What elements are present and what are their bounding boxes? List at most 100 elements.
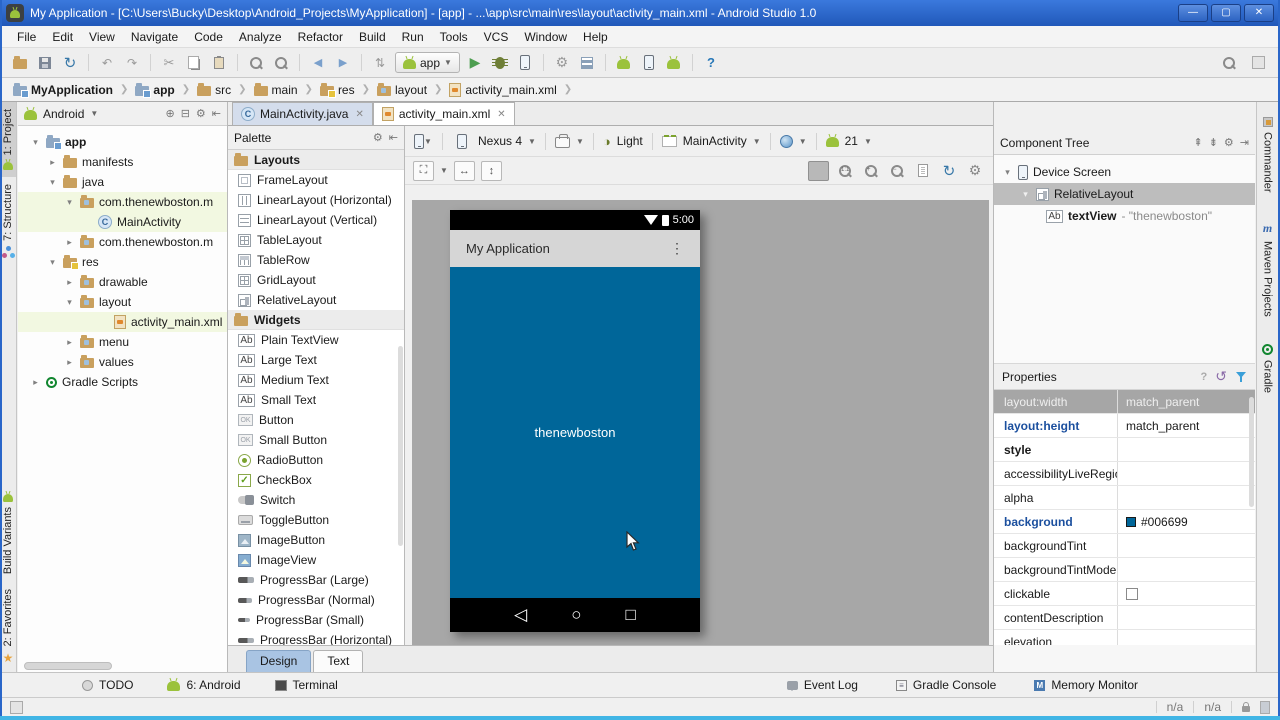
avd-manager-icon[interactable]: [639, 53, 659, 73]
dock-icon[interactable]: ⇤: [389, 131, 398, 144]
zoom-actual-icon[interactable]: 1:1: [835, 161, 855, 181]
palette-item-togglebutton[interactable]: ToggleButton: [228, 510, 404, 530]
design-canvas[interactable]: 5:00 My Application ⋮ thenewboston ◁ ○ □: [405, 186, 993, 645]
palette-item-imageview[interactable]: ImageView: [228, 550, 404, 570]
tool-button-structure[interactable]: 7: Structure: [0, 177, 16, 265]
palette-item-imagebutton[interactable]: ImageButton: [228, 530, 404, 550]
tool-button-gradle[interactable]: Gradle: [1262, 337, 1274, 400]
component-textview[interactable]: textView - "thenewboston": [994, 205, 1255, 227]
settings-icon[interactable]: ⚙: [552, 53, 572, 73]
minimize-button[interactable]: —: [1178, 4, 1208, 22]
tree-item-package-test[interactable]: ▸ com.thenewboston.m: [18, 232, 227, 252]
preview-doc-icon[interactable]: [913, 161, 933, 181]
palette-item-progressbar-normal[interactable]: ProgressBar (Normal): [228, 590, 404, 610]
zoom-to-fit-button[interactable]: ⛶: [413, 160, 434, 181]
palette-item-large-text[interactable]: Large Text: [228, 350, 404, 370]
menu-edit[interactable]: Edit: [45, 28, 80, 46]
maximize-button[interactable]: ▢: [1211, 4, 1241, 22]
tab-activity-main-xml[interactable]: activity_main.xml ✕: [372, 102, 515, 125]
tree-item-menu[interactable]: ▸ menu: [18, 332, 227, 352]
palette-item-button[interactable]: Button: [228, 410, 404, 430]
property-row[interactable]: backgroundTintMode: [994, 558, 1255, 582]
tool-button-todo[interactable]: TODO: [82, 678, 133, 692]
palette-item-plain-textview[interactable]: Plain TextView: [228, 330, 404, 350]
breadcrumb-main[interactable]: main: [251, 82, 301, 97]
toolwindow-toggle-icon[interactable]: [10, 700, 23, 714]
tool-button-commander[interactable]: Commander: [1262, 110, 1274, 200]
property-row[interactable]: clickable: [994, 582, 1255, 606]
breadcrumb-app[interactable]: app: [132, 82, 177, 98]
tool-button-project[interactable]: 1: Project: [0, 102, 16, 178]
design-settings-gear-icon[interactable]: ⚙: [965, 161, 985, 181]
zoom-in-icon[interactable]: +: [861, 161, 881, 181]
tool-button-memory-monitor[interactable]: Memory Monitor: [1034, 678, 1138, 692]
palette-item-gridlayout[interactable]: GridLayout: [228, 270, 404, 290]
line-numbers-icon[interactable]: ⇅: [370, 53, 390, 73]
filter-icon[interactable]: [1235, 371, 1247, 383]
tool-button-maven[interactable]: m Maven Projects: [1262, 214, 1274, 324]
menu-build[interactable]: Build: [352, 28, 393, 46]
sync-icon[interactable]: ↻: [60, 53, 80, 73]
chevron-down-icon[interactable]: ▼: [90, 109, 98, 118]
tool-button-gradle-console[interactable]: Gradle Console: [895, 678, 996, 692]
property-row[interactable]: accessibilityLiveRegion: [994, 462, 1255, 486]
tool-button-terminal[interactable]: Terminal: [274, 678, 338, 692]
reset-icon[interactable]: ↺: [1215, 368, 1227, 385]
locate-file-icon[interactable]: ⊕: [165, 107, 174, 120]
menu-view[interactable]: View: [82, 28, 122, 46]
menu-window[interactable]: Window: [517, 28, 574, 46]
palette-item-framelayout[interactable]: FrameLayout: [228, 170, 404, 190]
palette-item-small-text[interactable]: Small Text: [228, 390, 404, 410]
tree-item-layout[interactable]: ▾ layout: [18, 292, 227, 312]
tree-item-manifests[interactable]: ▸ manifests: [18, 152, 227, 172]
close-tab-icon[interactable]: ✕: [355, 109, 363, 120]
api-level-select[interactable]: 21: [845, 134, 858, 148]
palette-item-tablelayout[interactable]: TableLayout: [228, 230, 404, 250]
refresh-icon[interactable]: ↻: [939, 161, 959, 181]
expand-vertical-button[interactable]: ↕: [480, 160, 502, 181]
tool-button-favorites[interactable]: 2: Favorites: [2, 582, 14, 672]
menu-navigate[interactable]: Navigate: [124, 28, 185, 46]
project-view-select[interactable]: Android: [43, 107, 84, 121]
theme-select[interactable]: Light: [617, 134, 643, 148]
back-icon[interactable]: ◀: [308, 53, 328, 73]
palette-scrollbar[interactable]: [398, 346, 403, 546]
palette-item-progressbar-small[interactable]: ProgressBar (Small): [228, 610, 404, 630]
menu-tools[interactable]: Tools: [433, 28, 475, 46]
search-everywhere-icon[interactable]: [1219, 53, 1239, 73]
open-folder-icon[interactable]: [10, 53, 30, 73]
help-icon[interactable]: ?: [701, 53, 721, 73]
tab-design[interactable]: Design: [246, 650, 312, 672]
tree-item-values[interactable]: ▸ values: [18, 352, 227, 372]
component-device-screen[interactable]: ▾ Device Screen: [994, 161, 1255, 183]
sdk-manager-icon[interactable]: [614, 53, 634, 73]
attach-debugger-icon[interactable]: [515, 53, 535, 73]
properties-scrollbar[interactable]: [1249, 397, 1254, 507]
gear-icon[interactable]: ⚙: [373, 131, 383, 144]
property-row[interactable]: layout:height match_parent: [994, 414, 1255, 438]
forward-icon[interactable]: ▶: [333, 53, 353, 73]
close-tab-icon[interactable]: ✕: [497, 109, 505, 120]
property-row[interactable]: background #006699: [994, 510, 1255, 534]
project-horizontal-scrollbar[interactable]: [18, 662, 227, 670]
property-row[interactable]: style: [994, 438, 1255, 462]
tree-item-res[interactable]: ▾ res: [18, 252, 227, 272]
android-monitor-icon[interactable]: [664, 53, 684, 73]
memory-indicator-icon[interactable]: [1260, 700, 1270, 714]
collapse-all-icon[interactable]: ⇟: [1209, 136, 1218, 149]
palette-item-progressbar-large[interactable]: ProgressBar (Large): [228, 570, 404, 590]
menu-analyze[interactable]: Analyze: [232, 28, 289, 46]
tree-item-app[interactable]: ▾ app: [18, 132, 227, 152]
clickable-checkbox[interactable]: [1126, 587, 1138, 600]
tree-item-package[interactable]: ▾ com.thenewboston.m: [18, 192, 227, 212]
breadcrumb-res[interactable]: res: [317, 82, 358, 98]
property-row[interactable]: layout:width match_parent: [994, 390, 1255, 414]
property-row[interactable]: backgroundTint: [994, 534, 1255, 558]
palette-item-switch[interactable]: Switch: [228, 490, 404, 510]
tab-text[interactable]: Text: [313, 650, 364, 672]
palette-item-checkbox[interactable]: CheckBox: [228, 470, 404, 490]
menu-file[interactable]: File: [10, 28, 43, 46]
property-row[interactable]: alpha: [994, 486, 1255, 510]
lock-icon[interactable]: [1242, 702, 1250, 712]
palette-item-small-button[interactable]: Small Button: [228, 430, 404, 450]
